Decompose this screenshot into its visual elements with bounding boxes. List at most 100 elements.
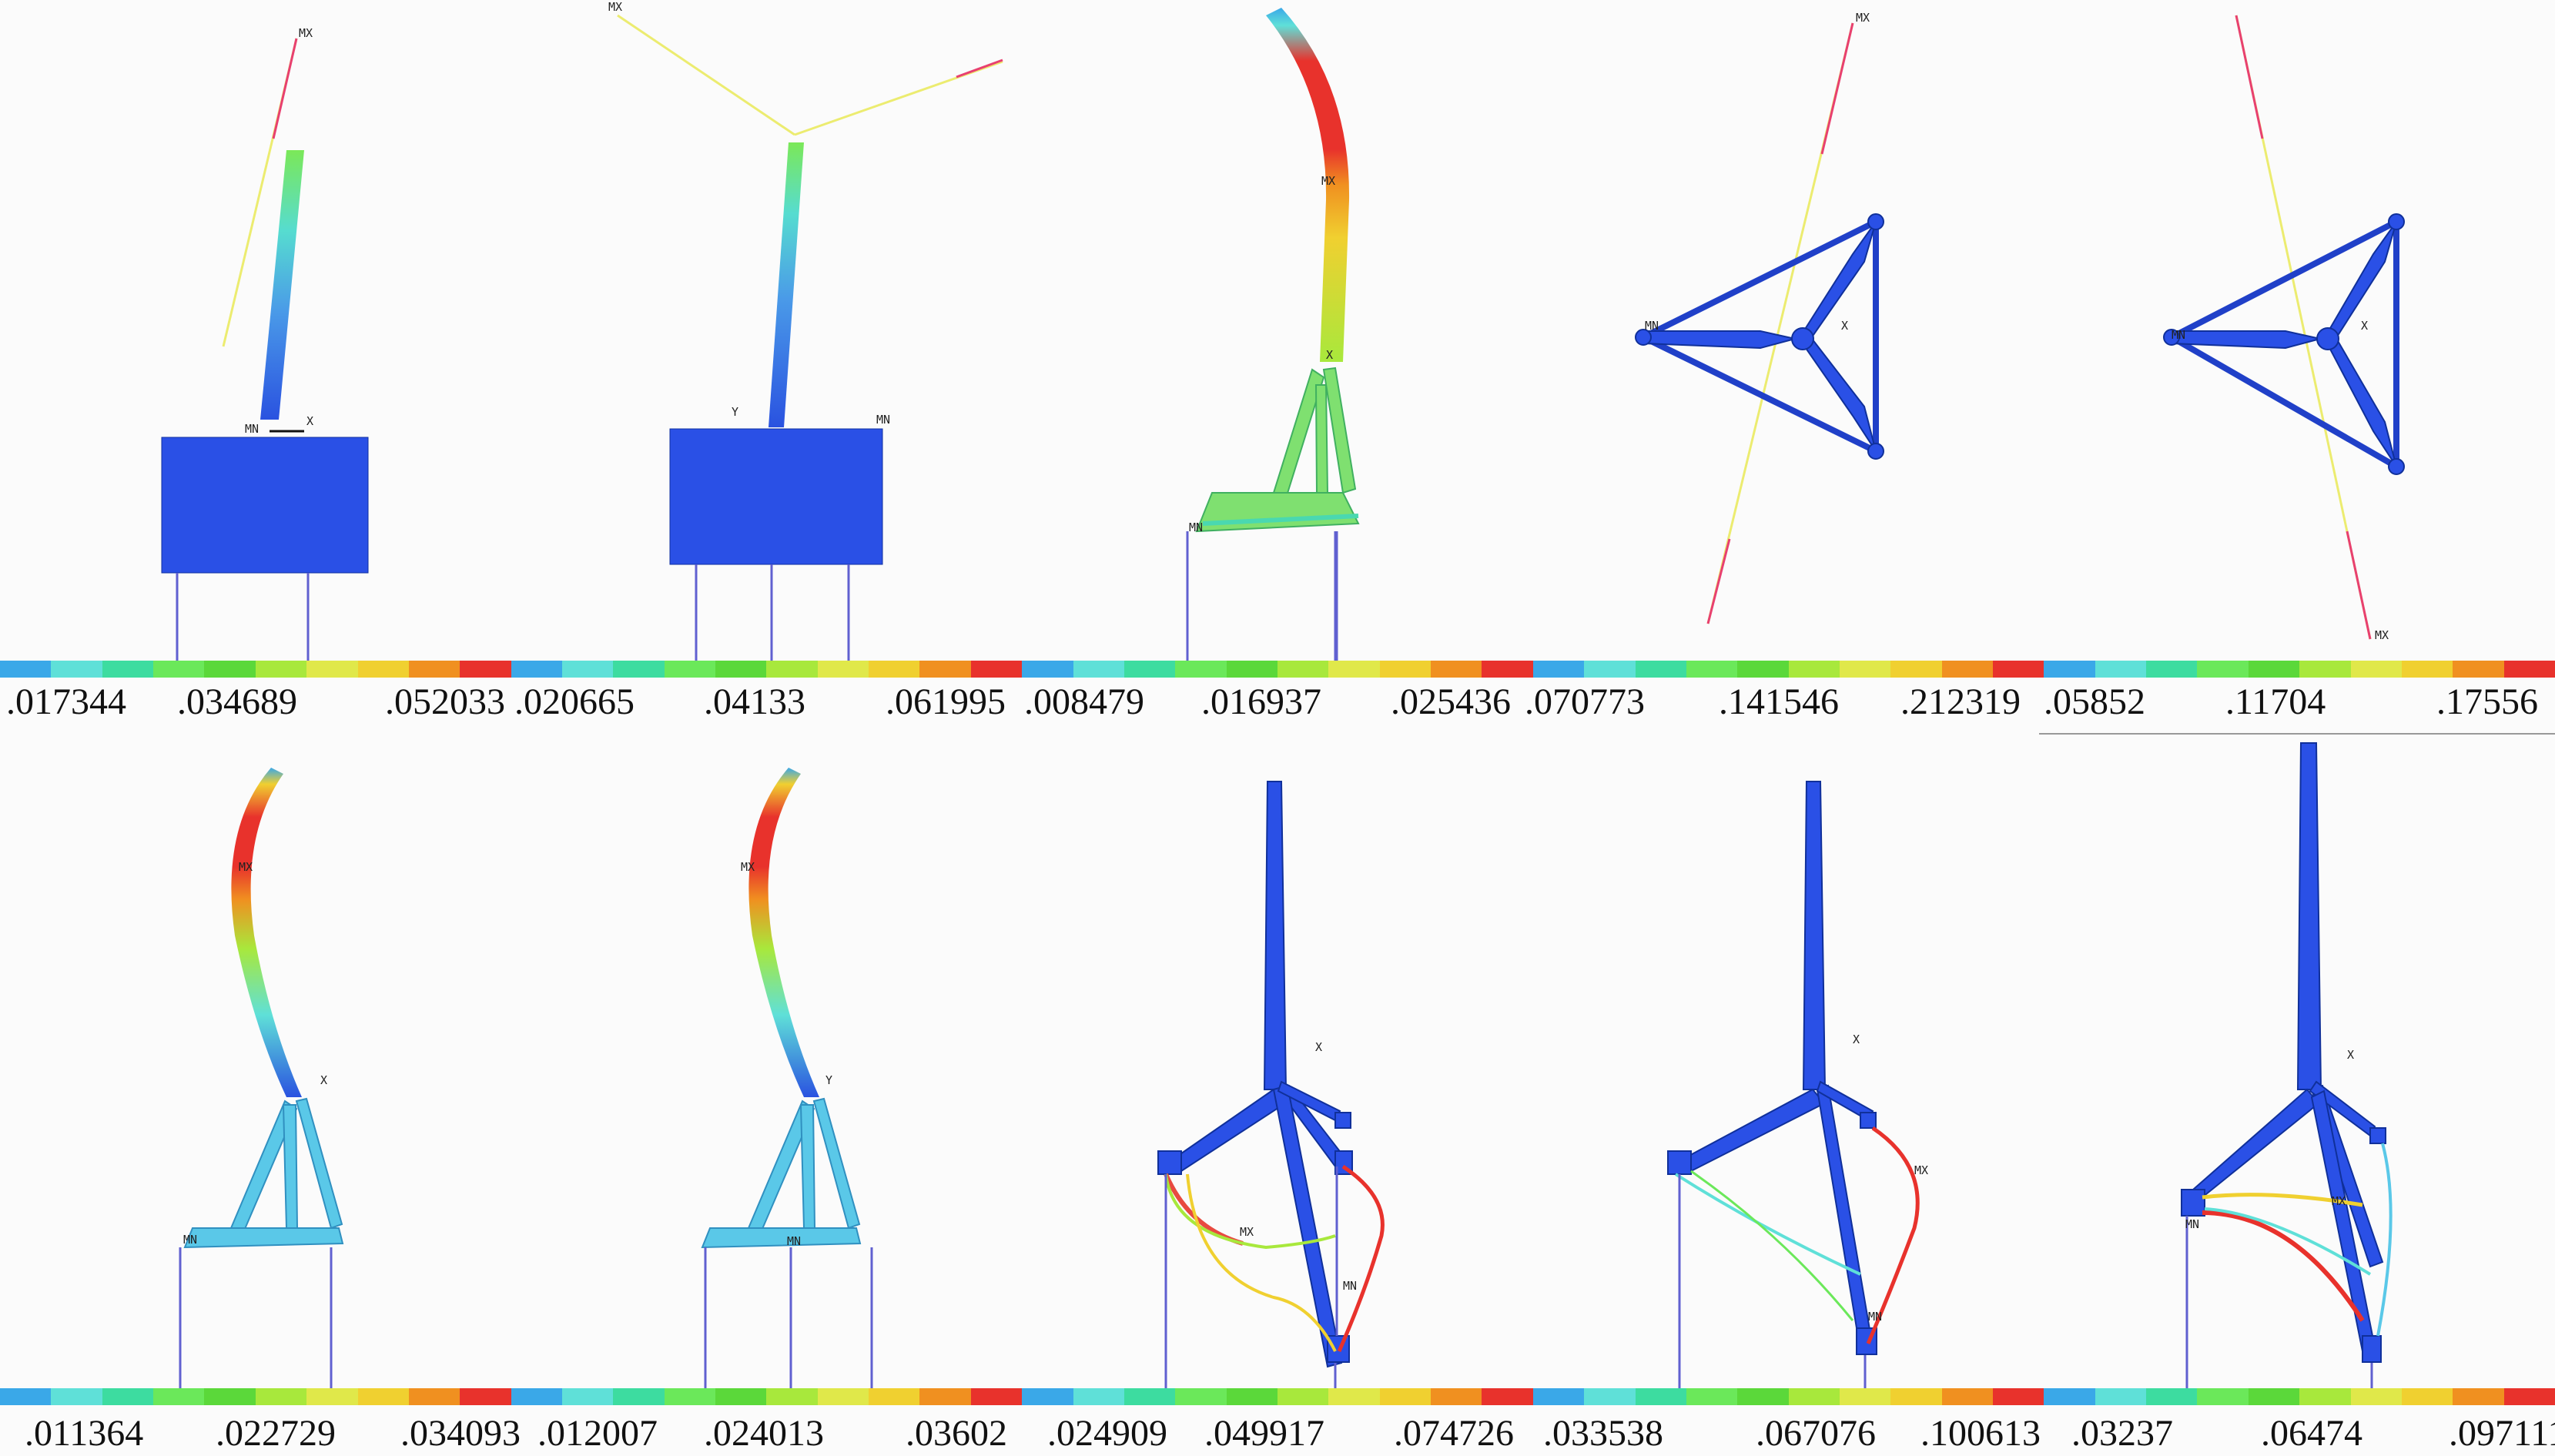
marker-label-axis: X bbox=[306, 414, 313, 428]
marker-label-mx: MX bbox=[239, 860, 253, 874]
tick-label: .074726 bbox=[1394, 1413, 1514, 1454]
legend-color-band bbox=[460, 661, 511, 678]
marker-label-mn: MN bbox=[1645, 319, 1659, 333]
legend-color-band bbox=[2095, 1388, 2147, 1405]
legend-color-band bbox=[869, 1388, 920, 1405]
legend-color-band bbox=[1993, 1388, 2044, 1405]
legend-color-band bbox=[306, 661, 358, 678]
marker-label-axis: Y bbox=[825, 1073, 832, 1087]
fea-panel-r1-p4: MX MN X bbox=[1529, 0, 2039, 661]
marker-label-axis: X bbox=[1853, 1033, 1860, 1046]
legend-color-band bbox=[817, 1388, 869, 1405]
tick-label: .034093 bbox=[400, 1413, 521, 1454]
tick-label: .070773 bbox=[1525, 681, 1645, 722]
legend-color-band bbox=[2248, 1388, 2300, 1405]
legend-color-band bbox=[2503, 661, 2555, 678]
tick-label: .033538 bbox=[1543, 1413, 1663, 1454]
tick-label: .06474 bbox=[2261, 1413, 2362, 1454]
tick-label: .141546 bbox=[1719, 681, 1839, 722]
marker-label-mn: MN bbox=[1189, 520, 1203, 534]
legend-color-band bbox=[2453, 661, 2504, 678]
legend-color-band bbox=[1123, 661, 1176, 678]
legend-color-band bbox=[1993, 661, 2044, 678]
legend-color-band bbox=[1839, 661, 1891, 678]
legend-color-band bbox=[2453, 1388, 2504, 1405]
marker-label-mn: MN bbox=[2185, 1217, 2199, 1231]
legend-color-band bbox=[664, 1388, 716, 1405]
tick-label: .061995 bbox=[886, 681, 1006, 722]
tick-label: .04133 bbox=[704, 681, 805, 722]
marker-label-mx: MX bbox=[1914, 1163, 1928, 1177]
legend-color-band bbox=[153, 661, 205, 678]
legend-color-band bbox=[1941, 661, 1994, 678]
legend-color-band bbox=[613, 661, 665, 678]
legend-color-band bbox=[306, 1388, 358, 1405]
legend-color-band bbox=[1788, 1388, 1840, 1405]
legend-color-band bbox=[2401, 661, 2453, 678]
legend-color-band bbox=[255, 661, 307, 678]
marker-label-mn: MN bbox=[1868, 1310, 1882, 1324]
legend-color-band bbox=[2299, 1388, 2351, 1405]
legend-color-band bbox=[0, 661, 52, 678]
fea-panel-r2-p5: MX MN X bbox=[2039, 735, 2555, 1388]
marker-label-mn: MN bbox=[787, 1234, 801, 1248]
legend-color-band bbox=[204, 661, 256, 678]
legend-color-band bbox=[664, 661, 716, 678]
tick-label: .025436 bbox=[1391, 681, 1511, 722]
legend-color-band bbox=[1175, 1388, 1227, 1405]
fea-panel-r2-p4: MX MN X bbox=[1529, 735, 2039, 1388]
legend-color-band bbox=[1022, 661, 1073, 678]
marker-label-mx: MX bbox=[1240, 1225, 1254, 1239]
marker-label-axis: X bbox=[1841, 319, 1848, 333]
legend-color-band bbox=[1890, 661, 1942, 678]
legend-color-band bbox=[2197, 1388, 2249, 1405]
legend-color-band bbox=[0, 1388, 52, 1405]
tick-label: .11704 bbox=[2225, 681, 2326, 722]
marker-label-mn: MN bbox=[245, 422, 259, 436]
tick-label: .05852 bbox=[2044, 681, 2145, 722]
fea-panel-r1-p1: MX MN X bbox=[0, 0, 510, 661]
legend-color-band bbox=[2350, 1388, 2402, 1405]
marker-label-mx: MX bbox=[2375, 628, 2389, 642]
legend-color-band bbox=[1532, 661, 1585, 678]
legend-color-band bbox=[1277, 1388, 1329, 1405]
legend-color-band bbox=[102, 1388, 154, 1405]
legend-color-band bbox=[2044, 661, 2095, 678]
marker-label-mx: MX bbox=[608, 0, 622, 14]
tick-label: .097111 bbox=[2449, 1413, 2555, 1454]
legend-color-band bbox=[204, 1388, 256, 1405]
legend-color-band bbox=[766, 1388, 818, 1405]
legend-color-band bbox=[1073, 661, 1124, 678]
marker-label-mx: MX bbox=[741, 860, 755, 874]
fea-panel-r2-p3: MX MN X bbox=[1020, 735, 1529, 1388]
legend-color-band bbox=[1328, 661, 1380, 678]
fea-panel-r1-p3: MX MN X bbox=[1020, 0, 1529, 661]
legend-color-band bbox=[766, 661, 818, 678]
fea-panel-r1-p2: MX MN Y bbox=[510, 0, 1020, 661]
legend-color-band bbox=[1482, 1388, 1533, 1405]
tick-label: .008479 bbox=[1024, 681, 1144, 722]
legend-bar-r1 bbox=[0, 661, 2555, 678]
tick-label: .011364 bbox=[25, 1413, 144, 1454]
tick-label: .034689 bbox=[177, 681, 297, 722]
fea-panel-r2-p2: MX MN Y bbox=[510, 735, 1020, 1388]
legend-color-band bbox=[255, 1388, 307, 1405]
legend-color-band bbox=[869, 661, 920, 678]
legend-color-band bbox=[1379, 661, 1432, 678]
legend-color-band bbox=[1431, 1388, 1482, 1405]
legend-color-band bbox=[970, 661, 1023, 678]
tick-label: .100613 bbox=[1920, 1413, 2041, 1454]
tick-label: .020665 bbox=[514, 681, 635, 722]
legend-color-band bbox=[1635, 1388, 1686, 1405]
fea-panel-r1-p5: MX MN X bbox=[2039, 0, 2555, 661]
legend-color-band bbox=[1482, 661, 1533, 678]
legend-color-band bbox=[715, 661, 767, 678]
tick-label: .052033 bbox=[385, 681, 505, 722]
marker-label-mx: MX bbox=[1856, 11, 1870, 25]
legend-color-band bbox=[357, 661, 409, 678]
legend-color-band bbox=[1022, 1388, 1073, 1405]
legend-color-band bbox=[1379, 1388, 1432, 1405]
legend-color-band bbox=[2146, 1388, 2198, 1405]
legend-color-band bbox=[919, 661, 971, 678]
legend-color-band bbox=[408, 661, 460, 678]
